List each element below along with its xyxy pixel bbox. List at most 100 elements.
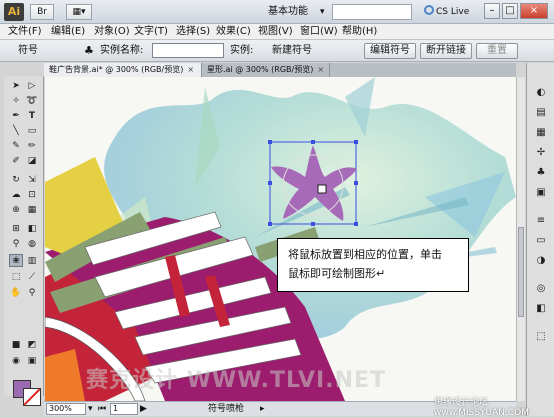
zoom-icon[interactable]: ⚲ xyxy=(25,286,39,299)
close-button[interactable]: × xyxy=(520,3,548,19)
magic-wand-icon[interactable]: ✧ xyxy=(9,94,23,107)
next-page-icon[interactable]: ▶ xyxy=(140,403,147,415)
tab-label: 鞋广告背景.ai* @ 300% (RGB/预览) xyxy=(49,65,184,74)
status-menu-icon[interactable]: ▸ xyxy=(260,403,265,415)
gradient-mode-icon[interactable]: ◩ xyxy=(25,338,39,351)
symbols-icon[interactable]: ♣ xyxy=(534,165,548,179)
selection-handle xyxy=(268,181,272,185)
tools-panel: ➤ ▷ ✧ ➰ ✒ T ╲ ▭ ✎ ✏ ✐ ◪ ↻ ⇲ ☁ ⊡ ⊕ ▦ ⊞ ◧ … xyxy=(4,76,44,406)
gradient-panel-icon[interactable]: ▭ xyxy=(534,233,548,247)
edit-symbol-button[interactable]: 编辑符号 xyxy=(364,43,416,59)
workspace-switcher[interactable]: 基本功能 xyxy=(268,4,308,20)
page-number-field[interactable]: 1 xyxy=(110,403,138,415)
rectangle-icon[interactable]: ▭ xyxy=(25,124,39,137)
slice-icon[interactable]: ⟋ xyxy=(25,270,39,283)
menu-effect[interactable]: 效果(C) xyxy=(216,25,251,39)
screen-mode-icon[interactable]: ▣ xyxy=(25,354,39,367)
search-input[interactable] xyxy=(332,4,412,20)
color-panel-icon[interactable]: ◐ xyxy=(534,85,548,99)
paintbrush-icon[interactable]: ✎ xyxy=(9,139,23,152)
blob-brush-icon[interactable]: ✐ xyxy=(9,154,23,167)
first-page-icon[interactable]: ⏮ xyxy=(98,403,106,415)
minimize-button[interactable]: – xyxy=(484,3,500,19)
scale-icon[interactable]: ⇲ xyxy=(25,173,39,186)
vertical-scrollbar[interactable] xyxy=(516,77,525,401)
eyedropper-icon[interactable]: ⚲ xyxy=(9,237,23,250)
menu-view[interactable]: 视图(V) xyxy=(258,25,293,39)
current-tool-label: 符号喷枪 xyxy=(208,404,245,414)
selection-handle xyxy=(311,222,315,226)
instance-name-input[interactable] xyxy=(152,43,224,58)
tab-close-icon[interactable]: × xyxy=(187,65,194,74)
break-link-button[interactable]: 断开链接 xyxy=(420,43,472,59)
warp-icon[interactable]: ☁ xyxy=(9,188,23,201)
bridge-button[interactable]: Br xyxy=(30,4,54,20)
maximize-button[interactable]: □ xyxy=(502,3,518,19)
symbol-icon: ♣ xyxy=(84,44,94,57)
color-guide-icon[interactable]: ▤ xyxy=(534,105,548,119)
type-icon[interactable]: T xyxy=(25,109,39,122)
zoom-level-field[interactable]: 300% xyxy=(46,403,86,415)
instance-value[interactable]: 新建符号 xyxy=(272,44,312,58)
color-mode-icon[interactable]: ■ xyxy=(9,338,23,351)
menu-object[interactable]: 对象(O) xyxy=(94,25,130,39)
stroke-color-swatch[interactable] xyxy=(23,388,41,406)
draw-normal-icon[interactable]: ◉ xyxy=(9,354,23,367)
transparency-icon[interactable]: ◑ xyxy=(534,253,548,267)
menu-help[interactable]: 帮助(H) xyxy=(342,25,377,39)
eraser-icon[interactable]: ◪ xyxy=(25,154,39,167)
pen-icon[interactable]: ✒ xyxy=(9,109,23,122)
menu-window[interactable]: 窗口(W) xyxy=(300,25,338,39)
graphic-styles-icon[interactable]: ▣ xyxy=(534,185,548,199)
mesh-icon[interactable]: ⊞ xyxy=(9,222,23,235)
tab-label: 星形.ai @ 300% (RGB/预览) xyxy=(207,65,314,74)
selection-handle xyxy=(354,222,358,226)
menu-select[interactable]: 选择(S) xyxy=(176,25,210,39)
hand-icon[interactable]: ✋ xyxy=(9,286,23,299)
artboard-icon[interactable]: ⬚ xyxy=(9,270,23,283)
arrange-documents-button[interactable]: ▦▾ xyxy=(66,4,92,20)
stroke-icon[interactable]: ≡ xyxy=(534,213,548,227)
free-transform-icon[interactable]: ⊡ xyxy=(25,188,39,201)
menu-edit[interactable]: 编辑(E) xyxy=(51,25,85,39)
zoom-chevron-down-icon[interactable]: ▾ xyxy=(88,403,93,415)
menu-file[interactable]: 文件(F) xyxy=(8,25,42,39)
pencil-icon[interactable]: ✏ xyxy=(25,139,39,152)
perspective-icon[interactable]: ▦ xyxy=(25,203,39,216)
appearance-icon[interactable]: ◎ xyxy=(534,281,548,295)
menu-type[interactable]: 文字(T) xyxy=(134,25,168,39)
tab-close-icon[interactable]: × xyxy=(317,65,324,74)
tab-star[interactable]: 星形.ai @ 300% (RGB/预览) × xyxy=(202,63,330,77)
lasso-icon[interactable]: ➰ xyxy=(25,94,39,107)
selection-handle xyxy=(268,222,272,226)
brushes-icon[interactable]: ✢ xyxy=(534,145,548,159)
shape-builder-icon[interactable]: ⊕ xyxy=(9,203,23,216)
symbol-sprayer-icon[interactable]: ❀ xyxy=(9,254,23,267)
illustrator-logo-icon: Ai xyxy=(4,3,24,21)
artboard-canvas[interactable]: 将鼠标放置到相应的位置，单击 鼠标即可绘制图形↵ xyxy=(45,77,516,401)
title-bar: Ai Br ▦▾ 基本功能 ▾ CS Live – □ × xyxy=(0,0,554,24)
direct-selection-icon[interactable]: ▷ xyxy=(25,79,39,92)
status-bar: 300% ▾ ⏮ 1 ▶ 符号喷枪 ▸ xyxy=(44,401,516,416)
gradient-icon[interactable]: ◧ xyxy=(25,222,39,235)
symbol-label: 符号 xyxy=(18,45,38,56)
selection-handle xyxy=(311,140,315,144)
selection-arrow-icon[interactable]: ➤ xyxy=(9,79,23,92)
cs-live-label: CS Live xyxy=(436,7,470,17)
tab-shoe-ad-background[interactable]: 鞋广告背景.ai* @ 300% (RGB/预览) × xyxy=(44,63,202,77)
menu-bar: 文件(F) 编辑(E) 对象(O) 文字(T) 选择(S) 效果(C) 视图(V… xyxy=(0,24,554,40)
selection-handle xyxy=(354,140,358,144)
panel-dock: ◐ ▤ ▦ ✢ ♣ ▣ ≡ ▭ ◑ ◎ ◧ ⬚ xyxy=(526,63,554,416)
column-graph-icon[interactable]: ▥ xyxy=(25,254,39,267)
swatches-icon[interactable]: ▦ xyxy=(534,125,548,139)
layers-icon[interactable]: ◧ xyxy=(534,301,548,315)
scroll-thumb[interactable] xyxy=(518,227,524,317)
line-icon[interactable]: ╲ xyxy=(9,124,23,137)
cs-live-button[interactable]: CS Live xyxy=(424,4,469,20)
instruction-callout: 将鼠标放置到相应的位置，单击 鼠标即可绘制图形↵ xyxy=(277,238,469,292)
blend-icon[interactable]: ◍ xyxy=(25,237,39,250)
links-icon[interactable]: ⬚ xyxy=(534,329,548,343)
chevron-down-icon[interactable]: ▾ xyxy=(320,4,325,20)
rotate-icon[interactable]: ↻ xyxy=(9,173,23,186)
reset-button[interactable]: 重置 xyxy=(476,43,518,59)
